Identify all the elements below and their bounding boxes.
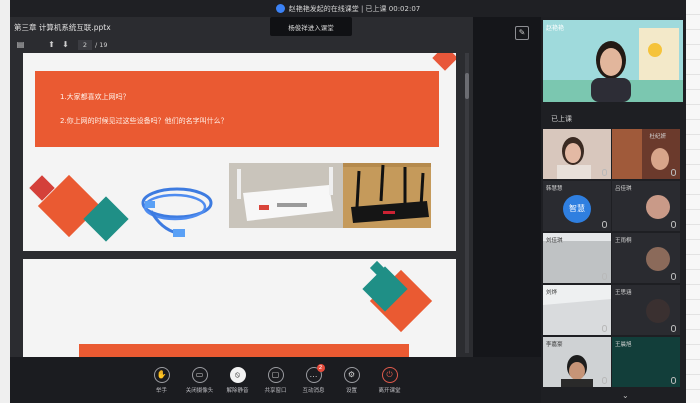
participant-tile[interactable]: 王思涵 — [612, 285, 680, 335]
dock-label: 共享窗口 — [264, 387, 287, 394]
dock-label: 离开课堂 — [378, 387, 401, 394]
settings-button[interactable]: ⚙ 设置 — [333, 366, 371, 394]
participant-tile[interactable]: 吕佳琪 — [612, 181, 680, 231]
participant-tile[interactable]: 刘佳琪 — [543, 233, 611, 283]
slide-page-2: 1.大家都喜欢上网吗？ 2.你上网的时候见过这些设备吗？他们的名字叫什么？ — [23, 53, 456, 251]
avatar — [646, 195, 670, 219]
mic-icon — [602, 273, 607, 280]
background-edge-left — [0, 0, 10, 403]
pencil-icon[interactable]: ✎ — [515, 26, 529, 40]
file-title: 第三章 计算机系统互联.pptx — [14, 23, 111, 32]
participant-video-image — [543, 129, 611, 179]
next-page-icon[interactable]: ⬇ — [61, 40, 70, 49]
participant-avatar: 智慧 — [563, 195, 591, 223]
join-notification: 杨俊祥进入课堂 — [270, 17, 352, 36]
slide-question-2: 2.你上网的时候见过这些设备吗？他们的名字叫什么？ — [60, 117, 228, 125]
avatar — [646, 247, 670, 271]
dock-label: 关闭摄像头 — [185, 387, 214, 394]
participant-tile[interactable] — [543, 129, 611, 179]
page-total: / 19 — [95, 40, 108, 49]
raise-hand-button[interactable]: ✋ 举手 — [143, 366, 181, 394]
participant-name: 吕佳琪 — [615, 186, 632, 192]
participant-name: 杜纪妍 — [649, 134, 666, 140]
previous-page-icon[interactable]: ⬆ — [47, 40, 56, 49]
viewer-scrollbar[interactable] — [465, 53, 469, 353]
power-icon: ⏻ — [381, 366, 398, 383]
screen-share-icon: ▢ — [267, 366, 284, 383]
chevron-down-icon[interactable]: ⌄ — [622, 391, 629, 400]
participants-panel: 赵艳艳 已上课 杜纪妍 韩慧慧 智慧 吕佳琪 刘佳琪 王雨桐 刘烨 王思涵 李嘉… — [541, 17, 686, 403]
participant-name: 王思涵 — [615, 290, 632, 296]
participant-name: 王雨桐 — [615, 238, 632, 244]
participant-tile[interactable]: 王晨旭 — [612, 337, 680, 387]
participant-tile[interactable]: 韩慧慧 智慧 — [543, 181, 611, 231]
mic-icon — [671, 377, 676, 384]
thumbnail-panel-icon[interactable]: ▤ — [16, 40, 25, 49]
window-title: 赵艳艳发起的在线课堂 | 已上课 00:02:07 — [288, 4, 421, 13]
participant-tile[interactable]: 李嘉豪 — [543, 337, 611, 387]
chat-icon: … 2 — [305, 363, 325, 383]
dock-label: 设置 — [345, 387, 357, 394]
app-frame: 赵艳艳发起的在线课堂 | 已上课 00:02:07 第三章 计算机系统互联.pp… — [0, 0, 700, 403]
participant-video-image — [612, 129, 680, 179]
participant-tile[interactable]: 杜纪妍 — [612, 129, 680, 179]
messages-button[interactable]: … 2 互动消息 — [295, 363, 333, 394]
participant-name: 李嘉豪 — [546, 342, 563, 348]
document-viewer: 第三章 计算机系统互联.pptx ▤ ⬆ ⬇ 2 / 19 1.大家都喜欢上网吗… — [10, 17, 473, 357]
camera-toggle-button[interactable]: ▭ 关闭摄像头 — [181, 366, 219, 394]
mic-icon — [671, 273, 676, 280]
gear-icon: ⚙ — [343, 366, 360, 383]
mic-icon — [671, 221, 676, 228]
participant-name: 王晨旭 — [615, 342, 632, 348]
participant-tile[interactable]: 王雨桐 — [612, 233, 680, 283]
dock-label: 举手 — [155, 387, 167, 394]
modem-image — [229, 163, 343, 228]
teacher-name: 赵艳艳 — [546, 25, 565, 32]
router-image — [343, 163, 431, 228]
dock-label: 解除静音 — [226, 387, 249, 394]
control-dock: ✋ 举手 ▭ 关闭摄像头 ⦸ 解除静音 ▢ 共享窗口 … 2 互动消息 ⚙ 设置 … — [10, 357, 541, 403]
mic-icon — [602, 169, 607, 176]
mic-icon — [602, 221, 607, 228]
participant-tile[interactable]: 刘烨 — [543, 285, 611, 335]
slide-question-1: 1.大家都喜欢上网吗？ — [60, 93, 130, 101]
avatar — [646, 299, 670, 323]
share-window-button[interactable]: ▢ 共享窗口 — [257, 366, 295, 394]
mic-icon — [671, 169, 676, 176]
class-status-label: 已上课 — [551, 115, 572, 123]
camera-icon: ▭ — [191, 366, 208, 383]
unmute-button[interactable]: ⦸ 解除静音 — [219, 366, 257, 394]
slide-decoration — [432, 53, 456, 71]
slide-page-3 — [23, 259, 456, 357]
teacher-video[interactable]: 赵艳艳 — [543, 20, 683, 102]
mic-icon — [602, 377, 607, 384]
slide-banner — [79, 344, 409, 357]
app-logo-icon — [275, 4, 285, 13]
ethernet-cable-image — [141, 187, 213, 237]
participant-name: 刘烨 — [546, 290, 558, 296]
dock-label: 互动消息 — [302, 387, 325, 394]
participant-name: 刘佳琪 — [546, 238, 563, 244]
mic-icon — [602, 325, 607, 332]
mic-icon — [671, 325, 676, 332]
mic-muted-icon: ⦸ — [229, 366, 246, 383]
question-banner — [35, 71, 439, 147]
background-edge-right — [686, 0, 700, 403]
scrollbar-thumb[interactable] — [465, 73, 469, 99]
teacher-video-image — [543, 20, 683, 102]
viewer-toolbar: ▤ ⬆ ⬇ 2 / 19 — [10, 36, 473, 53]
page-number-input[interactable]: 2 — [78, 39, 92, 50]
leave-class-button[interactable]: ⏻ 离开课堂 — [371, 366, 409, 394]
title-bar: 赵艳艳发起的在线课堂 | 已上课 00:02:07 — [10, 0, 686, 17]
participant-name: 韩慧慧 — [546, 186, 563, 192]
message-count-badge: 2 — [316, 363, 325, 372]
hand-icon: ✋ — [153, 366, 170, 383]
